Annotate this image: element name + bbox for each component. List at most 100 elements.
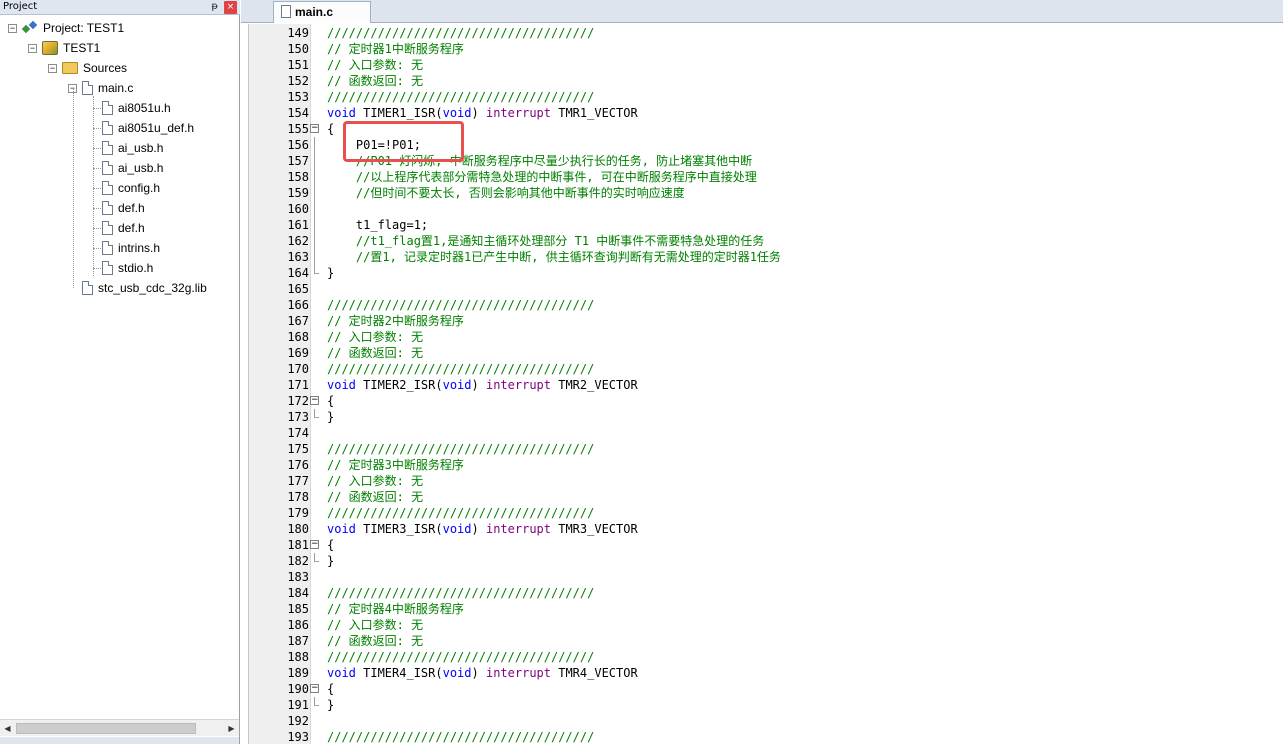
tree-item-ai8051u-h[interactable]: ai8051u.h: [102, 99, 171, 117]
code-comment: // 入口参数: 无: [327, 474, 424, 488]
tree-item-def-h-2[interactable]: def.h: [102, 219, 145, 237]
code-text: // 定时器1中断服务程序: [327, 41, 464, 57]
tree-item-main-c[interactable]: − main.c: [68, 79, 133, 97]
tree-item-stc-usb-cdc-32g-lib[interactable]: stc_usb_cdc_32g.lib: [82, 279, 207, 297]
code-line[interactable]: 161 t1_flag=1;: [287, 217, 1283, 233]
code-line[interactable]: 184 /////////////////////////////////////: [287, 585, 1283, 601]
fold-guide-line: [314, 137, 315, 153]
tree-item-config-h[interactable]: config.h: [102, 179, 160, 197]
fold-guide-line: [314, 249, 315, 265]
project-panel-title: Project: [3, 1, 38, 12]
code-line[interactable]: 176 // 定时器3中断服务程序: [287, 457, 1283, 473]
code-keyword: void: [327, 666, 356, 680]
code-line[interactable]: 166 /////////////////////////////////////: [287, 297, 1283, 313]
file-icon: [102, 101, 113, 115]
tree-item-def-h[interactable]: def.h: [102, 199, 145, 217]
code-line[interactable]: 165: [287, 281, 1283, 297]
tree-item-target[interactable]: − TEST1: [28, 39, 100, 57]
tab-main-c[interactable]: main.c: [273, 1, 371, 23]
code-line[interactable]: 154 void TIMER1_ISR(void) interrupt TMR1_…: [287, 105, 1283, 121]
code-comment: // 函数返回: 无: [327, 634, 424, 648]
code-line[interactable]: 186 // 入口参数: 无: [287, 617, 1283, 633]
code-line[interactable]: 180 void TIMER3_ISR(void) interrupt TMR3_…: [287, 521, 1283, 537]
code-line[interactable]: 164}: [287, 265, 1283, 281]
code-text: /////////////////////////////////////: [327, 89, 594, 105]
code-text: /////////////////////////////////////: [327, 505, 594, 521]
code-line[interactable]: 150 // 定时器1中断服务程序: [287, 41, 1283, 57]
scroll-left-arrow-icon[interactable]: ◀: [1, 722, 14, 735]
code-line[interactable]: 174: [287, 425, 1283, 441]
code-line[interactable]: 163 //置1, 记录定时器1已产生中断, 供主循环查询判断有无需处理的定时器…: [287, 249, 1283, 265]
panel-bottom-tabs[interactable]: [0, 737, 239, 744]
code-line[interactable]: 175 /////////////////////////////////////: [287, 441, 1283, 457]
code-line[interactable]: 181−{: [287, 537, 1283, 553]
code-line[interactable]: 153 /////////////////////////////////////: [287, 89, 1283, 105]
scroll-right-arrow-icon[interactable]: ▶: [225, 722, 238, 735]
fold-end-marker: [314, 265, 319, 274]
code-line[interactable]: 178 // 函数返回: 无: [287, 489, 1283, 505]
line-number: 158: [287, 170, 309, 184]
tree-connector-line: [93, 148, 101, 149]
code-keyword: void: [442, 378, 472, 392]
code-keyword: interrupt: [485, 522, 551, 536]
code-line[interactable]: 193 /////////////////////////////////////: [287, 729, 1283, 744]
code-line[interactable]: 172−{: [287, 393, 1283, 409]
fold-collapse-icon[interactable]: −: [310, 396, 319, 405]
code-line[interactable]: 159 //但时间不要太长, 否则会影响其他中断事件的实时响应速度: [287, 185, 1283, 201]
code-line[interactable]: 168 // 入口参数: 无: [287, 329, 1283, 345]
code-line[interactable]: 179 /////////////////////////////////////: [287, 505, 1283, 521]
tree-item-sources-folder[interactable]: − Sources: [48, 59, 127, 77]
code-comment: // 入口参数: 无: [327, 58, 424, 72]
code-line[interactable]: 192: [287, 713, 1283, 729]
code-line[interactable]: 189 void TIMER4_ISR(void) interrupt TMR4_…: [287, 665, 1283, 681]
code-line[interactable]: 188 /////////////////////////////////////: [287, 649, 1283, 665]
code-text: //但时间不要太长, 否则会影响其他中断事件的实时响应速度: [327, 185, 685, 201]
tree-item-project[interactable]: − Project: TEST1: [8, 19, 124, 37]
code-line[interactable]: 169 // 函数返回: 无: [287, 345, 1283, 361]
code-line[interactable]: 162 //t1_flag置1,是通知主循环处理部分 T1 中断事件不需要特急处…: [287, 233, 1283, 249]
code-line[interactable]: 185 // 定时器4中断服务程序: [287, 601, 1283, 617]
tree-item-ai-usb-h-2[interactable]: ai_usb.h: [102, 159, 163, 177]
code-line[interactable]: 170 /////////////////////////////////////: [287, 361, 1283, 377]
code-text: void TIMER3_ISR(void) interrupt TMR3_VEC…: [327, 521, 638, 537]
code-line[interactable]: 182}: [287, 553, 1283, 569]
tree-item-stdio-h[interactable]: stdio.h: [102, 259, 153, 277]
code-line[interactable]: 160: [287, 201, 1283, 217]
code-line[interactable]: 177 // 入口参数: 无: [287, 473, 1283, 489]
target-icon: [42, 41, 58, 55]
code-line[interactable]: 191}: [287, 697, 1283, 713]
code-line[interactable]: 171 void TIMER2_ISR(void) interrupt TMR2_…: [287, 377, 1283, 393]
line-number: 149: [287, 26, 309, 40]
code-line[interactable]: 151 // 入口参数: 无: [287, 57, 1283, 73]
code-line[interactable]: 190−{: [287, 681, 1283, 697]
fold-collapse-icon[interactable]: −: [310, 684, 319, 693]
scrollbar-thumb[interactable]: [16, 723, 196, 734]
fold-collapse-icon[interactable]: −: [310, 540, 319, 549]
line-number: 171: [287, 378, 309, 392]
collapse-toggle-icon[interactable]: −: [48, 63, 57, 73]
line-number: 188: [287, 650, 309, 664]
collapse-toggle-icon[interactable]: −: [8, 23, 17, 33]
collapse-toggle-icon[interactable]: −: [28, 43, 37, 53]
pin-icon[interactable]: ᵽ: [211, 0, 218, 14]
fold-guide-line: [314, 185, 315, 201]
code-line[interactable]: 152 // 函数返回: 无: [287, 73, 1283, 89]
code-line[interactable]: 187 // 函数返回: 无: [287, 633, 1283, 649]
tree-item-ai-usb-h[interactable]: ai_usb.h: [102, 139, 163, 157]
code-line[interactable]: 158 //以上程序代表部分需特急处理的中断事件, 可在中断服务程序中直接处理: [287, 169, 1283, 185]
code-line[interactable]: 173}: [287, 409, 1283, 425]
horizontal-scrollbar[interactable]: ◀ ▶: [0, 719, 239, 736]
code-text: // 入口参数: 无: [327, 473, 423, 489]
tree-item-intrins-h[interactable]: intrins.h: [102, 239, 160, 257]
fold-collapse-icon[interactable]: −: [310, 124, 319, 133]
code-line[interactable]: 167 // 定时器2中断服务程序: [287, 313, 1283, 329]
tree-item-ai8051u-def-h[interactable]: ai8051u_def.h: [102, 119, 194, 137]
code-token: ): [471, 378, 486, 392]
code-line[interactable]: 149 /////////////////////////////////////: [287, 25, 1283, 41]
tree-connector-line: [93, 208, 101, 209]
code-token: {: [327, 538, 335, 552]
code-line[interactable]: 183: [287, 569, 1283, 585]
close-icon[interactable]: ×: [224, 1, 237, 14]
code-keyword: void: [442, 106, 472, 120]
line-number: 173: [287, 410, 309, 424]
